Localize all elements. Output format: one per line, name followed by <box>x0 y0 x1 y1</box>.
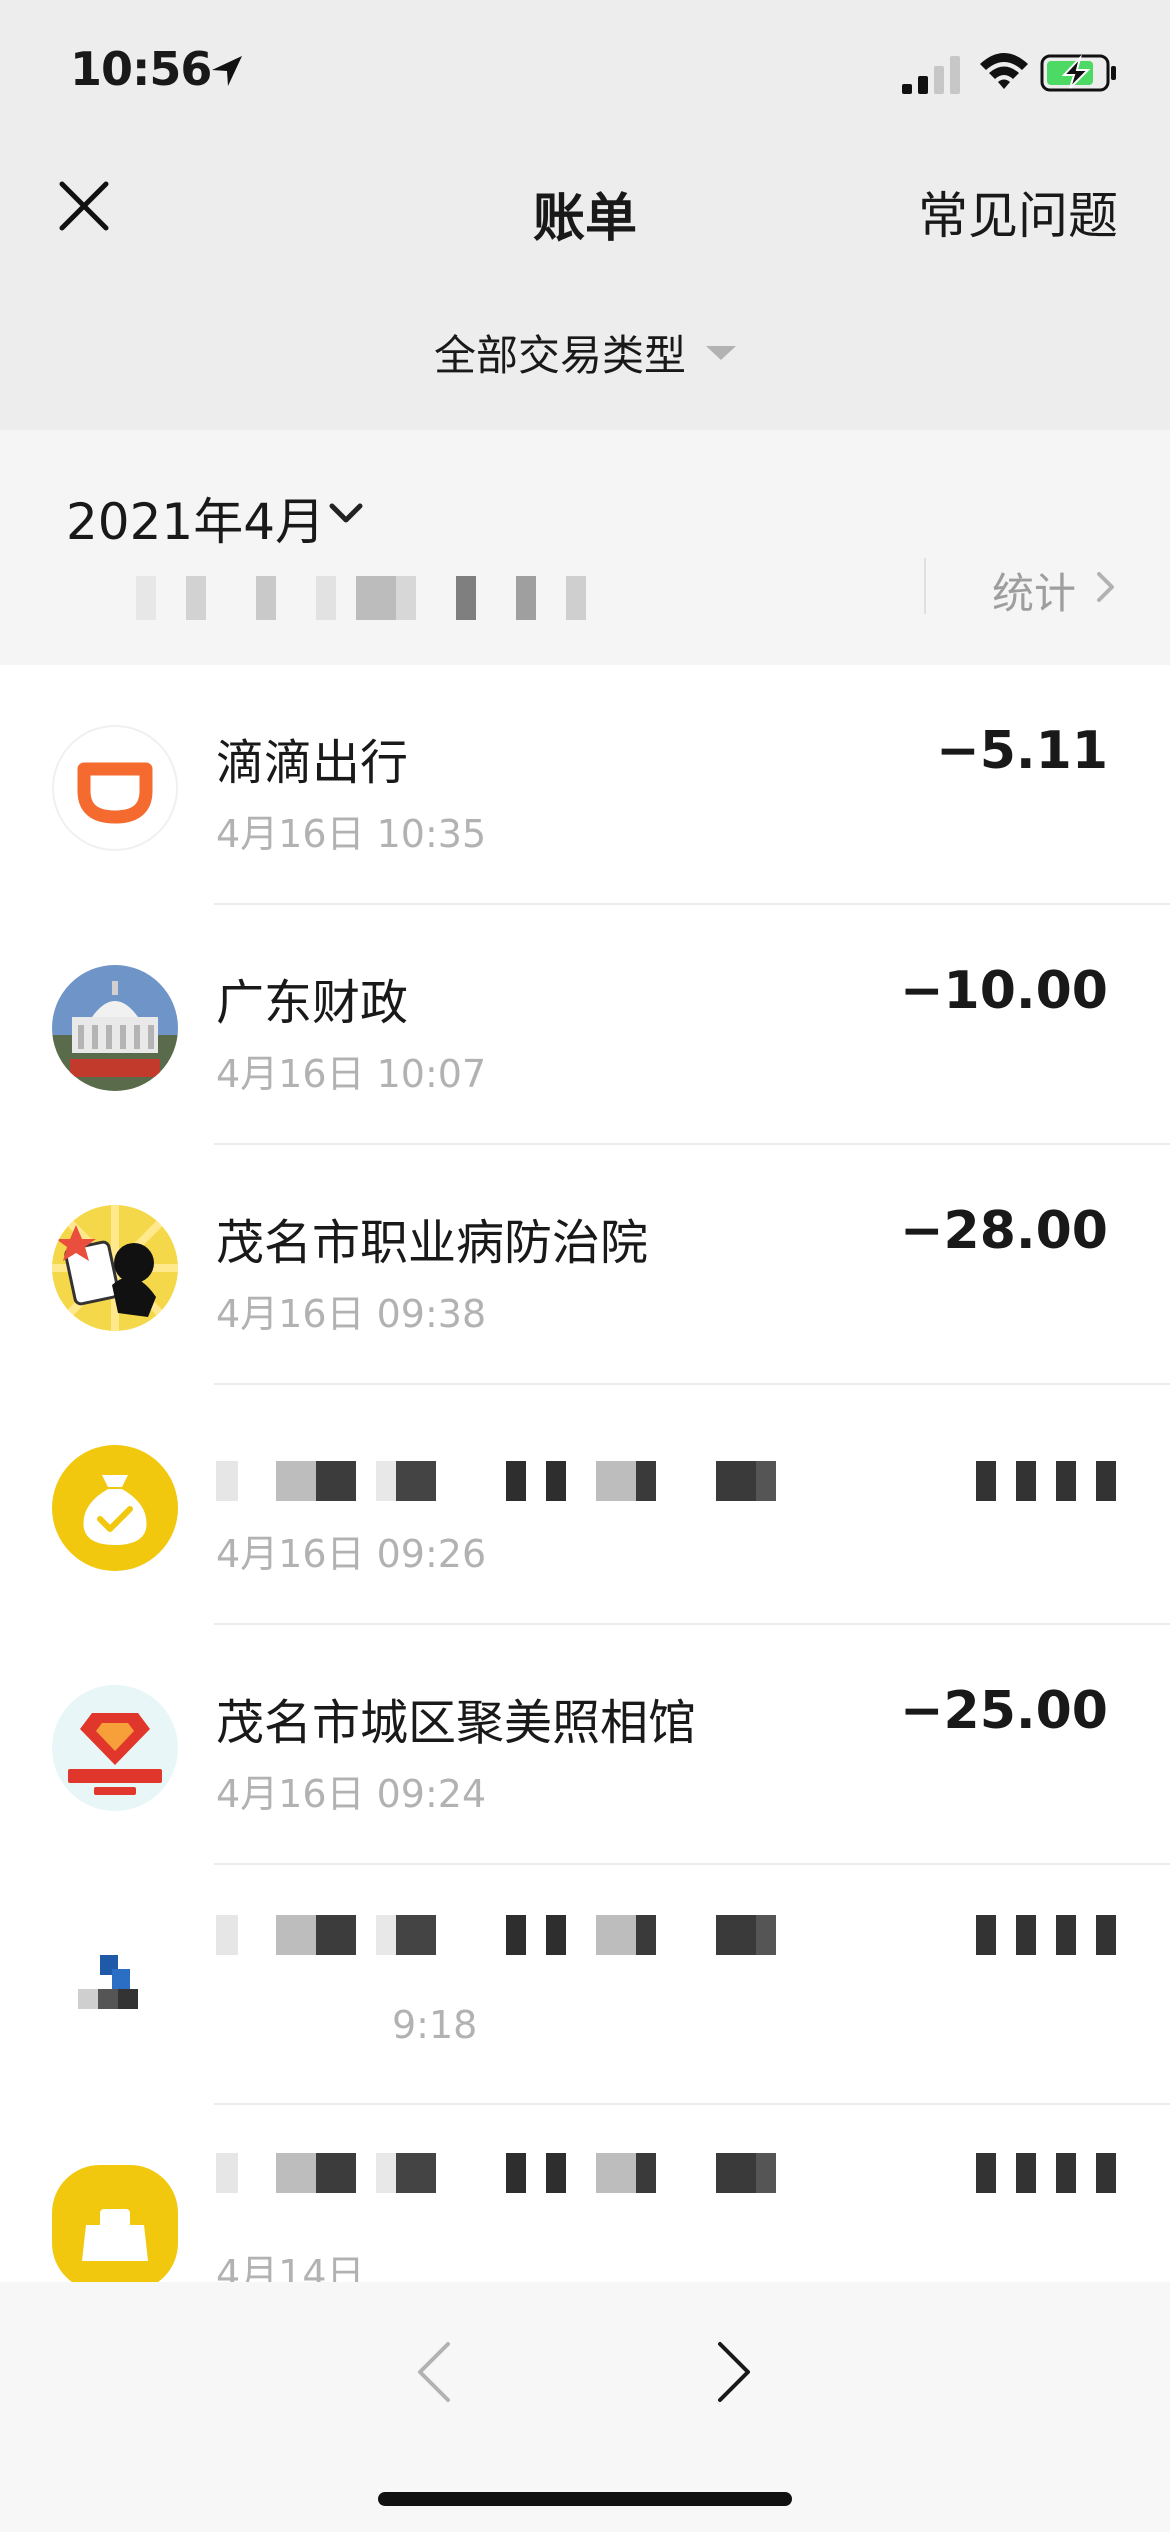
money-bag-icon <box>52 1445 178 1571</box>
month-selector[interactable]: 2021年4月 <box>66 482 325 554</box>
transaction-list: 滴滴出行 4月16日 10:35 −5.11 广东财政 4月16日 10:07 … <box>0 665 1170 2282</box>
transaction-amount: −25.00 <box>899 1681 1108 1741</box>
merchant-name: 茂名市职业病防治院 <box>216 1215 649 1271</box>
transaction-row[interactable]: 9:18 <box>0 1865 1170 2105</box>
chevron-down-icon[interactable] <box>328 500 364 528</box>
transaction-time: 4月16日 10:35 <box>216 812 487 856</box>
transaction-row[interactable]: 滴滴出行 4月16日 10:35 −5.11 <box>0 665 1170 905</box>
divider <box>924 558 926 614</box>
transaction-time: 4月14日 <box>216 2252 365 2282</box>
transaction-type-filter[interactable]: 全部交易类型 <box>0 322 1170 383</box>
transaction-row[interactable]: 4月14日 <box>0 2105 1170 2282</box>
wifi-icon <box>980 53 1028 89</box>
didi-logo-icon <box>52 725 178 851</box>
transaction-amount: −28.00 <box>899 1201 1108 1261</box>
merchant-name: 滴滴出行 <box>216 735 409 791</box>
faq-button[interactable]: 常见问题 <box>918 176 1118 248</box>
forward-arrow-icon[interactable] <box>714 2340 754 2404</box>
transaction-time: 9:18 <box>392 2003 478 2047</box>
monthly-summary-redacted <box>76 576 606 620</box>
caret-down-icon <box>706 345 736 360</box>
chevron-right-icon[interactable] <box>1094 570 1118 604</box>
gdrc-logo-icon <box>52 1685 178 1811</box>
transaction-amount: −10.00 <box>899 961 1108 1021</box>
transaction-row[interactable]: 茂名市职业病防治院 4月16日 09:38 −28.00 <box>0 1145 1170 1385</box>
transaction-time: 4月16日 09:26 <box>216 1532 487 1576</box>
transaction-row[interactable]: 4月16日 09:26 <box>0 1385 1170 1625</box>
merchant-name-redacted <box>216 1915 1116 1955</box>
cartoon-avatar <box>52 1205 178 1331</box>
bottom-toolbar <box>0 2282 1170 2532</box>
yellow-bag-icon <box>52 2165 178 2282</box>
transaction-amount: −5.11 <box>936 721 1108 781</box>
status-bar: 10:56 <box>0 0 1170 140</box>
month-header: 2021年4月 统计 <box>0 430 1170 665</box>
merchant-name: 茂名市城区聚美照相馆 <box>216 1695 697 1751</box>
status-time: 10:56 <box>70 42 212 96</box>
stats-button[interactable]: 统计 <box>992 560 1076 621</box>
transaction-time: 4月16日 09:24 <box>216 1772 487 1816</box>
merchant-name: 广东财政 <box>216 975 409 1031</box>
transaction-row[interactable]: 广东财政 4月16日 10:07 −10.00 <box>0 905 1170 1145</box>
cellular-signal-icon <box>902 56 960 94</box>
back-arrow-icon[interactable] <box>414 2340 454 2404</box>
filter-label: 全部交易类型 <box>433 331 686 380</box>
guangdong-finance-avatar <box>52 965 178 1091</box>
merchant-name-redacted <box>216 1461 1116 1501</box>
home-indicator <box>378 2492 792 2506</box>
blurred-avatar <box>52 1925 178 2051</box>
transaction-time: 4月16日 10:07 <box>216 1052 487 1096</box>
battery-charging-icon <box>1040 54 1116 92</box>
merchant-name-redacted <box>216 2153 1116 2193</box>
transaction-row[interactable]: 茂名市城区聚美照相馆 4月16日 09:24 −25.00 <box>0 1625 1170 1865</box>
location-arrow-icon <box>212 56 242 86</box>
transaction-time: 4月16日 09:38 <box>216 1292 487 1336</box>
